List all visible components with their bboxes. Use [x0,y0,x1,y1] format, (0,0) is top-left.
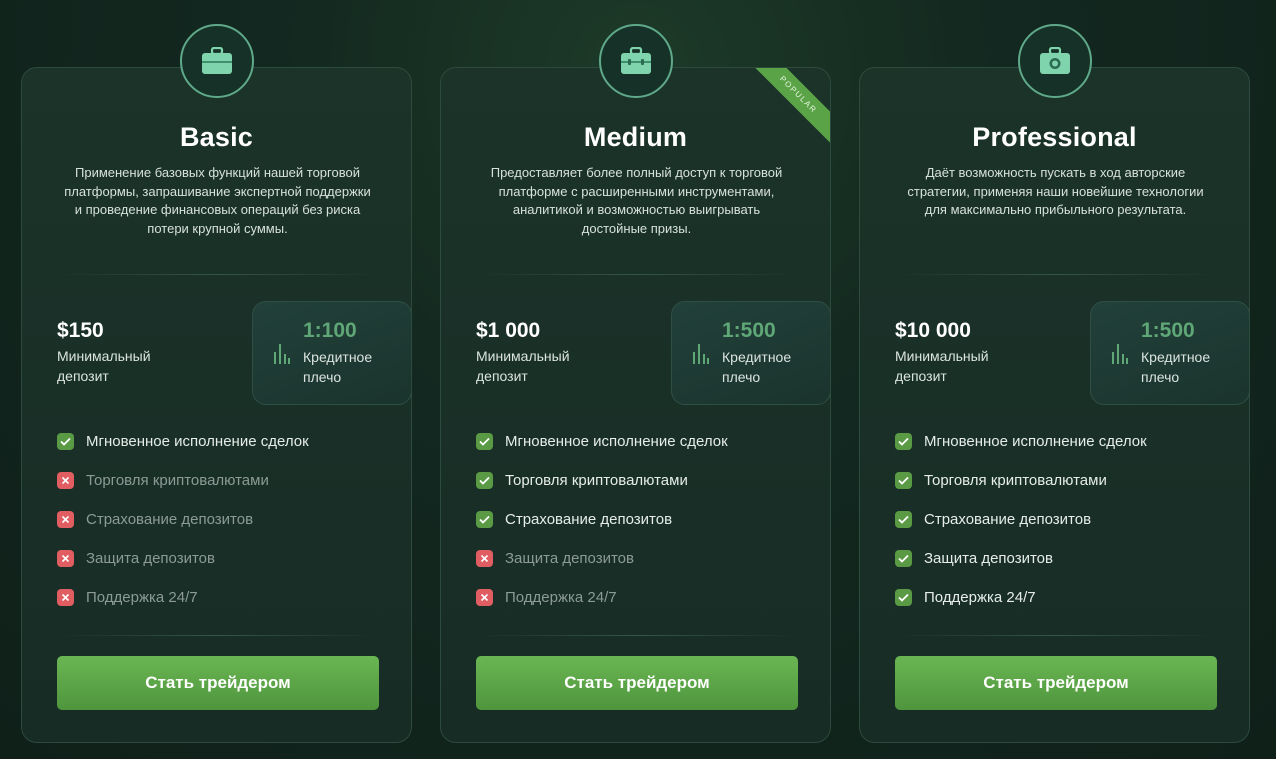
cross-icon [57,510,74,528]
feature-label: Торговля криптовалютами [86,471,269,489]
feature-label: Торговля криптовалютами [505,471,688,489]
plan-card-professional: Professional Даёт возможность пускать в … [859,67,1250,743]
check-icon [476,510,493,528]
feature-item: Торговля криптовалютами [57,470,269,490]
briefcase-icon [620,47,651,74]
leverage-label: Кредитное плечо [303,349,373,385]
plan-icon-circle [598,24,673,98]
become-trader-button[interactable]: Стать трейдером [895,656,1217,710]
cross-icon [57,549,74,567]
feature-item: Мгновенное исполнение сделок [895,431,1147,451]
feature-item: Защита депозитов [57,548,215,568]
plan-description: Применение базовых функций нашей торгово… [64,165,371,236]
leverage-value: 1:500 [722,319,776,342]
feature-item: Мгновенное исполнение сделок [57,431,309,451]
feature-item: Страхование депозитов [476,509,672,529]
feature-label: Страхование депозитов [86,510,254,528]
feature-label: Страхование депозитов [924,510,1092,528]
feature-item: Страхование депозитов [57,509,253,529]
feature-item: Торговля криптовалютами [895,470,1107,490]
plan-icon-circle [179,24,254,98]
plan-card-medium-wrapper: POPULAR Medium Предоставляет более полны… [440,0,831,759]
leverage-label: Кредитное плечо [722,349,792,385]
cross-icon [476,549,493,567]
check-icon [476,432,493,450]
become-trader-button[interactable]: Стать трейдером [57,656,379,710]
leverage-label: Кредитное плечо [1141,349,1211,385]
plan-title: Basic [179,122,254,152]
plan-card-basic-wrapper: Basic Применение базовых функций нашей т… [21,0,412,759]
cross-icon [476,588,493,606]
feature-label: Поддержка 24/7 [505,588,617,606]
chart-bars-icon [693,344,709,364]
leverage-value: 1:100 [303,319,357,342]
leverage-box: 1:500 Кредитное плечо [671,301,830,405]
chart-bars-icon [274,344,290,364]
deposit-label: Минимальный депозит [895,348,989,384]
divider [895,274,1216,275]
plan-card-basic: Basic Применение базовых функций нашей т… [21,67,412,743]
feature-item: Поддержка 24/7 [57,587,198,607]
feature-label: Страхование депозитов [505,510,673,528]
leverage-box: 1:500 Кредитное плечо [1090,301,1249,405]
divider [895,635,1216,636]
feature-label: Поддержка 24/7 [924,588,1036,606]
check-icon [895,549,912,567]
feature-item: Поддержка 24/7 [476,587,617,607]
feature-label: Защита депозитов [505,549,634,567]
check-icon [895,471,912,489]
divider [476,274,797,275]
feature-label: Мгновенное исполнение сделок [505,432,728,450]
feature-label: Торговля криптовалютами [924,471,1107,489]
feature-label: Защита депозитов [86,549,215,567]
check-icon [57,432,74,450]
deposit-label: Минимальный депозит [476,348,570,384]
feature-item: Поддержка 24/7 [895,587,1036,607]
check-icon [895,432,912,450]
feature-item: Торговля криптовалютами [476,470,688,490]
feature-item: Мгновенное исполнение сделок [476,431,728,451]
check-icon [476,471,493,489]
plan-card-professional-wrapper: Professional Даёт возможность пускать в … [859,0,1250,759]
plan-card-medium: POPULAR Medium Предоставляет более полны… [440,67,831,743]
divider [476,635,797,636]
cross-icon [57,471,74,489]
deposit-label: Минимальный депозит [57,348,151,384]
briefcase-icon [201,47,232,74]
feature-label: Защита депозитов [924,549,1053,567]
feature-item: Защита депозитов [895,548,1053,568]
money-icon [1039,47,1070,74]
chart-bars-icon [1112,344,1128,364]
feature-item: Защита депозитов [476,548,634,568]
become-trader-button[interactable]: Стать трейдером [476,656,798,710]
cross-icon [57,588,74,606]
plan-description: Предоставляет более полный доступ к торг… [490,165,783,236]
plan-icon-circle [1017,24,1092,98]
feature-label: Мгновенное исполнение сделок [924,432,1147,450]
feature-item: Страхование депозитов [895,509,1091,529]
feature-label: Мгновенное исполнение сделок [86,432,309,450]
leverage-box: 1:100 Кредитное плечо [252,301,411,405]
plan-title: Professional [972,122,1137,152]
deposit-amount: $10 000 [895,319,971,342]
plan-title: Medium [583,122,688,152]
divider [57,274,378,275]
divider [57,635,378,636]
plan-description: Даёт возможность пускать в ход авторские… [907,165,1204,217]
feature-label: Поддержка 24/7 [86,588,198,606]
check-icon [895,588,912,606]
check-icon [895,510,912,528]
deposit-amount: $150 [57,319,104,342]
deposit-amount: $1 000 [476,319,541,342]
leverage-value: 1:500 [1141,319,1195,342]
